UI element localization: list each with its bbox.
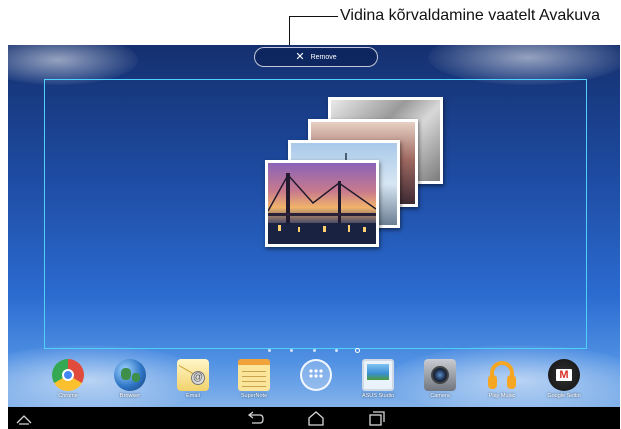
app-drawer-button[interactable] <box>285 357 347 407</box>
app-play-music[interactable]: Play Music <box>471 357 533 407</box>
photo-widget-image-1[interactable] <box>265 160 379 247</box>
app-label: Camera <box>430 393 450 399</box>
app-label: Email <box>186 393 200 399</box>
app-supernote[interactable]: SuperNote <box>223 357 285 407</box>
email-icon: @ <box>177 359 209 391</box>
app-label: Google Settin <box>547 393 581 399</box>
callout-label: Vidina kõrvaldamine vaatelt Avakuva <box>340 7 601 24</box>
app-label: Chrome <box>58 393 78 399</box>
page-dot[interactable] <box>335 349 338 352</box>
remove-widget-button[interactable]: ✕ Remove <box>254 47 378 67</box>
app-asus-studio[interactable]: ASUS Studio <box>347 357 409 407</box>
home-screen: ✕ Remove Chrome Browser @ Email SuperNot… <box>8 45 620 429</box>
globe-icon <box>114 359 146 391</box>
navigation-bar <box>8 407 620 429</box>
page-dot[interactable] <box>290 349 293 352</box>
gmail-icon: M <box>548 359 580 391</box>
remove-label: Remove <box>310 53 337 61</box>
page-dot[interactable] <box>313 349 316 352</box>
home-icon[interactable] <box>307 410 325 426</box>
recents-icon[interactable] <box>368 410 386 426</box>
chrome-icon <box>52 359 84 391</box>
notepad-icon <box>238 359 270 391</box>
app-label: Play Music <box>488 393 516 399</box>
page-indicator <box>268 348 368 355</box>
app-chrome[interactable]: Chrome <box>37 357 99 407</box>
camera-icon <box>424 359 456 391</box>
headphones-icon <box>486 359 518 391</box>
back-icon[interactable] <box>246 410 264 426</box>
chevron-up-icon[interactable] <box>16 412 32 426</box>
bridge-silhouette <box>268 173 376 244</box>
app-dock: Chrome Browser @ Email SuperNote ASUS St… <box>8 357 620 407</box>
app-label: SuperNote <box>240 393 268 399</box>
app-label: Browser <box>119 393 141 399</box>
close-icon: ✕ <box>295 50 305 63</box>
app-label: ASUS Studio <box>361 393 395 399</box>
callout-leader-line <box>289 16 338 17</box>
app-google-settings[interactable]: M Google Settin <box>533 357 595 407</box>
gallery-icon <box>362 359 394 391</box>
app-drawer-icon <box>300 359 332 391</box>
page-dot[interactable] <box>268 349 271 352</box>
app-browser[interactable]: Browser <box>99 357 161 407</box>
app-email[interactable]: @ Email <box>162 357 224 407</box>
app-camera[interactable]: Camera <box>409 357 471 407</box>
page-dot-current[interactable] <box>355 348 360 353</box>
